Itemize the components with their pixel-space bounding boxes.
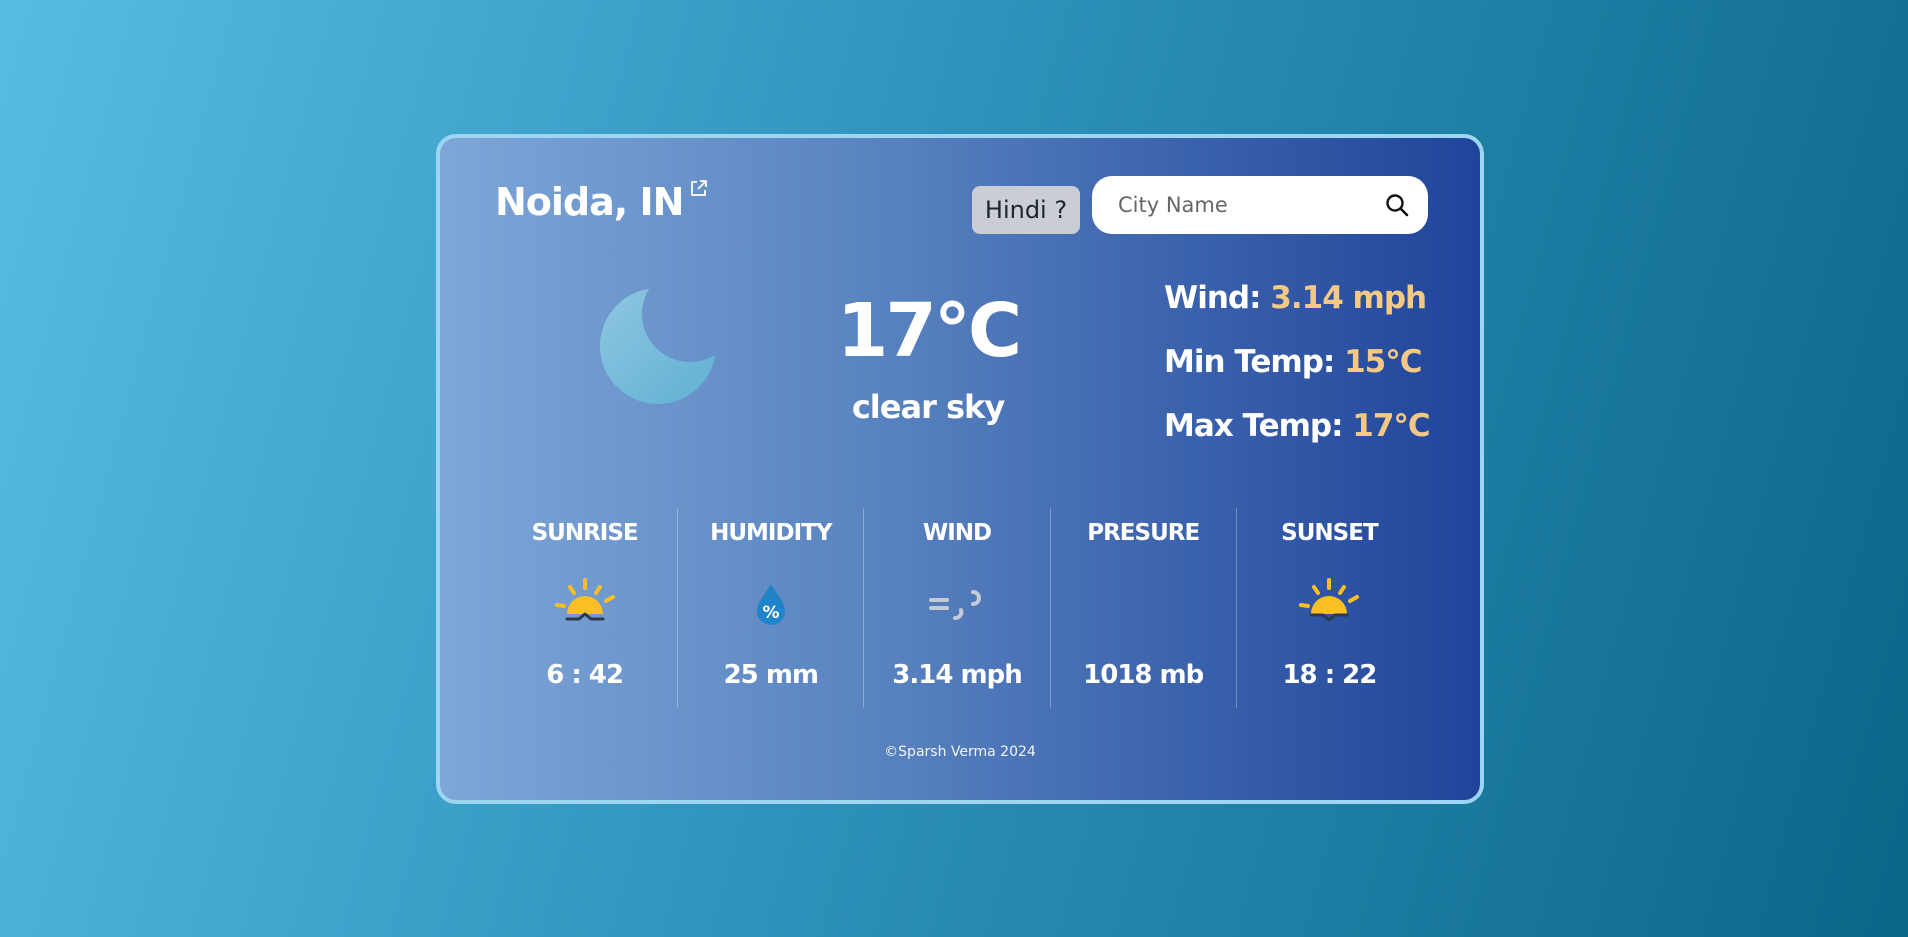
wind-column: WIND 3.14 mph — [863, 508, 1049, 708]
wind-title: WIND — [922, 520, 992, 546]
weather-card: Noida, IN Hindi ? 17°C clear sky — [436, 134, 1484, 804]
wind-stat-label: Wind: — [1164, 280, 1271, 316]
min-temp-stat: Min Temp: 15°C — [1164, 330, 1430, 394]
search-bar — [1092, 176, 1428, 234]
wind-stat-value: 3.14 mph — [1270, 280, 1427, 316]
sunrise-value: 6 : 42 — [546, 660, 624, 690]
humidity-value: 25 mm — [723, 660, 819, 690]
min-temp-label: Min Temp: — [1164, 344, 1345, 380]
wind-icon — [929, 590, 981, 620]
weather-description: clear sky — [851, 388, 1005, 426]
humidity-title: HUMIDITY — [710, 520, 832, 546]
sunset-column: SUNSET 18 : 22 — [1235, 508, 1422, 708]
svg-text:%: % — [762, 603, 779, 623]
footer-copyright: ©Sparsh Verma 2024 — [884, 744, 1036, 760]
max-temp-label: Max Temp: — [1164, 408, 1353, 444]
max-temp-stat: Max Temp: 17°C — [1164, 394, 1431, 458]
wind-value: 3.14 mph — [892, 660, 1022, 690]
sunset-value: 18 : 22 — [1282, 660, 1377, 690]
details-row: SUNRISE 6 : 42 HUMIDITY % 25 mm WIND 3.1… — [492, 508, 1422, 708]
pressure-icon-placeholder — [1111, 570, 1175, 634]
sunrise-column: SUNRISE 6 : 42 — [492, 508, 677, 708]
pressure-column: PRESURE 1018 mb — [1049, 508, 1236, 708]
current-temperature: 17°C — [836, 288, 1022, 374]
location-title[interactable]: Noida, IN — [495, 180, 709, 224]
language-toggle-button[interactable]: Hindi ? — [972, 186, 1080, 234]
max-temp-value: 17°C — [1352, 408, 1430, 444]
city-search-input[interactable] — [1118, 193, 1368, 217]
pressure-value: 1018 mb — [1083, 660, 1204, 690]
search-icon[interactable] — [1384, 192, 1410, 218]
humidity-column: HUMIDITY % 25 mm — [677, 508, 863, 708]
sunset-title: SUNSET — [1281, 520, 1378, 546]
city-name: Noida, IN — [495, 180, 684, 224]
external-link-icon[interactable] — [689, 178, 709, 198]
wind-stat: Wind: 3.14 mph — [1164, 266, 1430, 330]
stats-panel: Wind: 3.14 mph Min Temp: 15°C Max Temp: … — [1164, 266, 1431, 458]
moon-icon — [600, 288, 716, 404]
min-temp-value: 15°C — [1344, 344, 1422, 380]
humidity-drop-icon: % — [756, 584, 785, 625]
sunset-icon — [1299, 578, 1360, 622]
sunrise-icon — [554, 578, 615, 621]
sunrise-title: SUNRISE — [531, 520, 639, 546]
pressure-title: PRESURE — [1087, 520, 1200, 546]
